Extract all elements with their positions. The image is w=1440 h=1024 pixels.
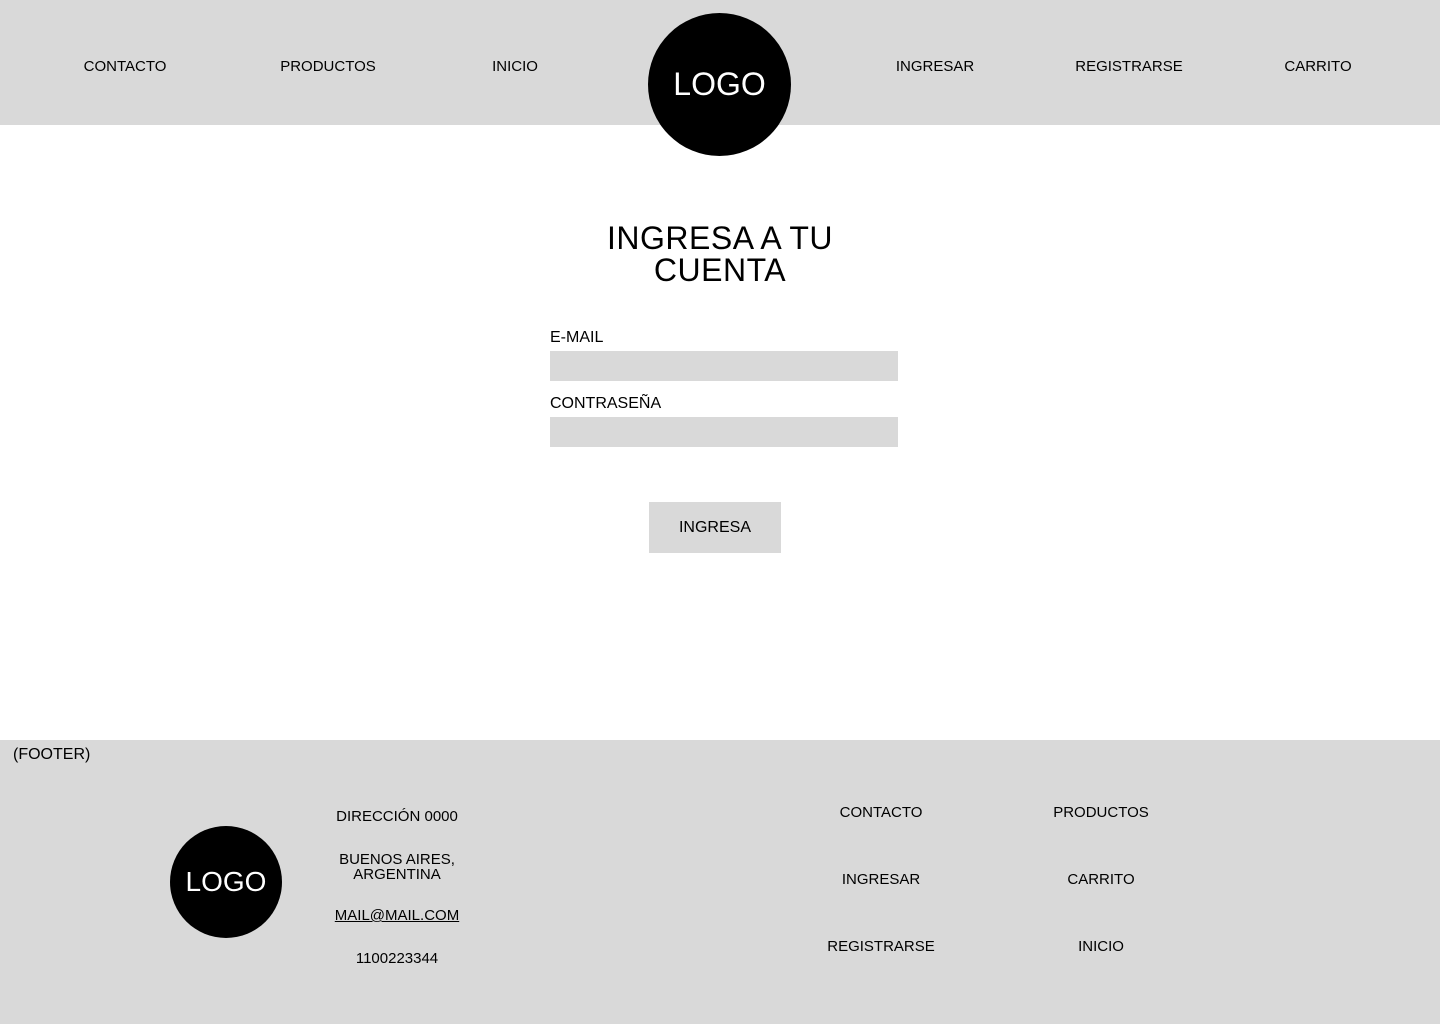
footer-carrito-link[interactable]: CARRITO [1067,871,1134,889]
email-label: E-MAIL [550,329,604,346]
nav-ingresar-link[interactable]: INGRESAR [896,58,974,76]
footer-contacto-link[interactable]: CONTACTO [840,804,923,822]
password-field[interactable] [550,417,898,447]
footer-inicio-link[interactable]: INICIO [1078,938,1124,956]
footer-ingresar-link[interactable]: INGRESAR [842,871,920,889]
email-field[interactable] [550,351,898,381]
login-title-line1: INGRESA A TU [607,220,833,256]
nav-carrito-link[interactable]: CARRITO [1284,58,1351,76]
footer-logo[interactable]: LOGO [170,826,282,938]
login-submit-button[interactable]: INGRESA [649,502,781,553]
footer-tag: (FOOTER) [13,746,91,763]
footer-city-line1: BUENOS AIRES, [339,851,455,868]
footer-email-link[interactable]: MAIL@MAIL.COM [317,908,477,923]
footer-productos-link[interactable]: PRODUCTOS [1053,804,1149,822]
nav-productos-link[interactable]: PRODUCTOS [280,58,376,76]
nav-registrarse-link[interactable]: REGISTRARSE [1075,58,1183,76]
footer-registrarse-link[interactable]: REGISTRARSE [827,938,935,956]
footer-city-line2: ARGENTINA [353,866,441,883]
header-logo[interactable]: LOGO [648,13,791,156]
footer-logo-text: LOGO [185,866,267,897]
footer-address: DIRECCIÓN 0000 [336,808,458,825]
nav-inicio-link[interactable]: INICIO [492,58,538,76]
footer-phone: 1100223344 [355,950,439,967]
login-title: INGRESA A TU CUENTA [520,222,920,286]
header-logo-text: LOGO [673,66,766,102]
site-footer: (FOOTER) LOGO DIRECCIÓN 0000 BUENOS AIRE… [0,740,1440,1024]
footer-city: BUENOS AIRES, ARGENTINA [317,852,477,882]
login-title-line2: CUENTA [653,252,787,288]
nav-contacto-link[interactable]: CONTACTO [84,58,167,76]
password-label: CONTRASEÑA [550,395,662,412]
